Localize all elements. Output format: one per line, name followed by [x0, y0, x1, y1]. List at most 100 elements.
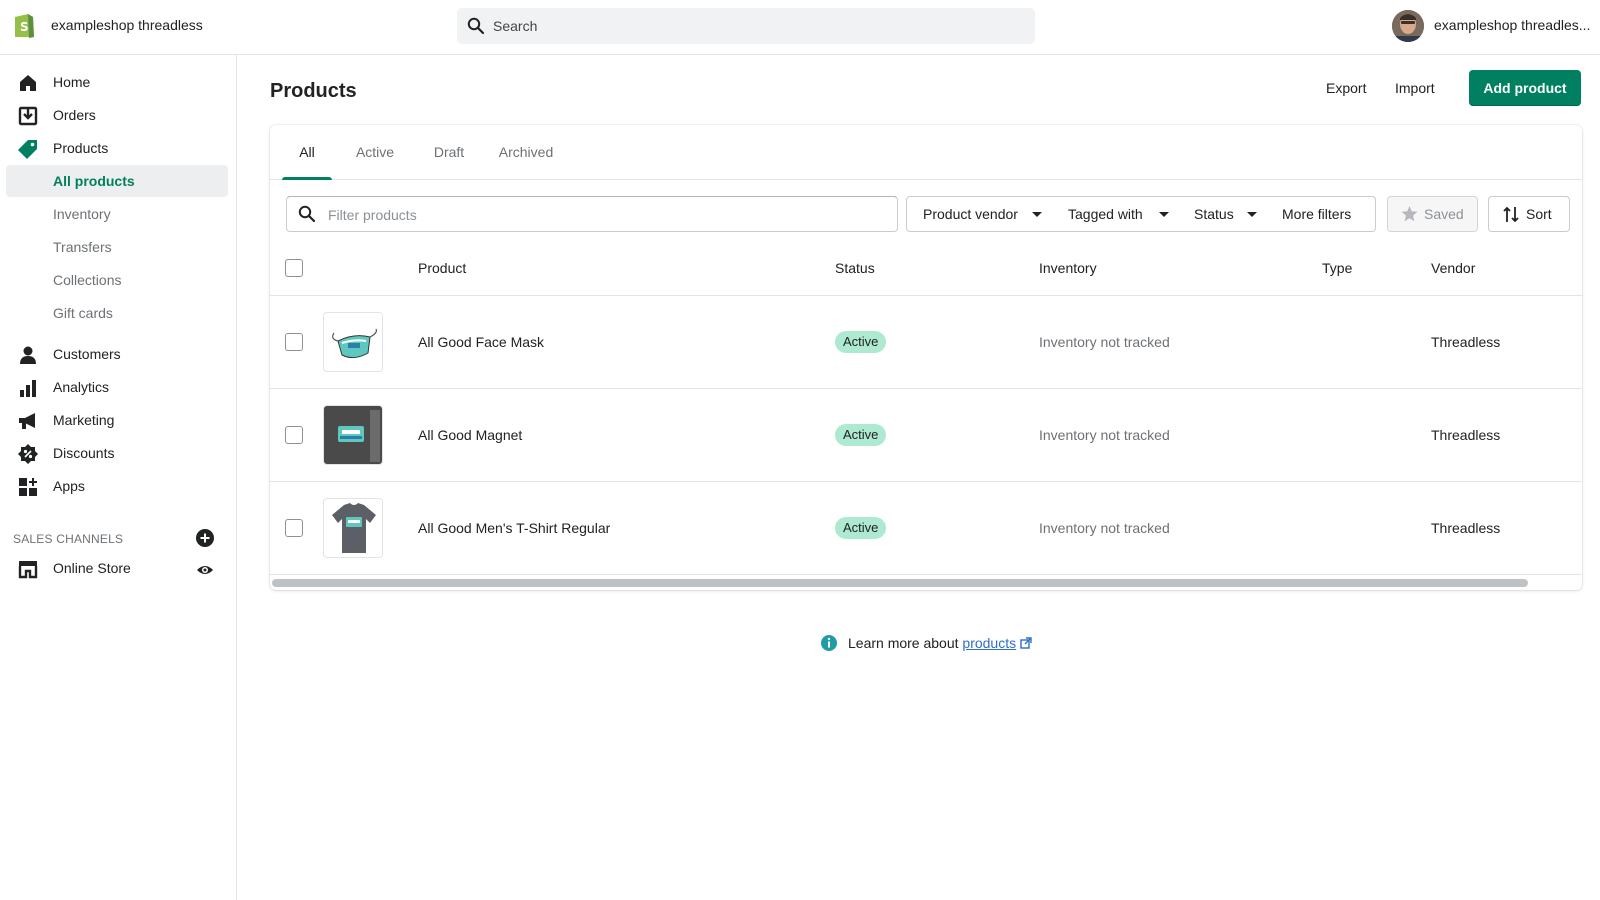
sidebar-subitem-inventory[interactable]: Inventory [6, 198, 228, 230]
learn-more-text: Learn more about products [848, 635, 1032, 651]
sidebar-item-label: Discounts [53, 445, 115, 461]
vendor-cell: Threadless [1431, 334, 1501, 350]
store-icon [18, 561, 38, 579]
row-checkbox[interactable] [285, 333, 303, 351]
tagged-with-filter[interactable]: Tagged with [1052, 196, 1179, 232]
filter-products-input[interactable]: Filter products [286, 196, 898, 232]
external-link-icon[interactable] [1020, 637, 1032, 649]
inventory-cell: Inventory not tracked [1039, 427, 1170, 443]
sales-channels-heading: SALES CHANNELS [13, 532, 124, 546]
horizontal-scrollbar[interactable] [272, 579, 1528, 587]
sidebar-item-label: Analytics [53, 379, 110, 395]
sidebar-item-label: Marketing [53, 412, 115, 428]
status-badge: Active [835, 517, 887, 539]
shop-name[interactable]: exampleshop threadless [51, 17, 203, 33]
product-name-link[interactable]: All Good Face Mask [418, 334, 544, 350]
sidebar-subitem-collections[interactable]: Collections [6, 264, 228, 296]
products-card: All Active Draft Archived Filter product… [270, 125, 1582, 590]
table-row[interactable]: All Good Men's T-Shirt Regular Active In… [270, 482, 1582, 575]
row-checkbox[interactable] [285, 519, 303, 537]
sidebar-item-label: Apps [53, 478, 85, 494]
product-thumbnail[interactable] [323, 312, 383, 372]
sidebar-subitem-all-products[interactable]: All products [6, 165, 228, 197]
column-header-product[interactable]: Product [418, 260, 466, 276]
megaphone-icon [19, 413, 35, 429]
sidebar-item-label: All products [53, 173, 135, 189]
caret-down-icon [1032, 212, 1042, 217]
tab-draft[interactable]: Draft [426, 125, 472, 180]
sidebar-item-orders[interactable]: Orders [6, 99, 228, 131]
search-icon [467, 17, 485, 35]
status-badge: Active [835, 331, 887, 353]
column-header-status[interactable]: Status [835, 260, 875, 276]
sidebar-subitem-gift-cards[interactable]: Gift cards [6, 297, 228, 329]
page-title: Products [270, 80, 357, 102]
sidebar-subitem-transfers[interactable]: Transfers [6, 231, 228, 263]
sidebar-item-customers[interactable]: Customers [6, 338, 228, 370]
shopify-logo-icon[interactable]: S [12, 11, 36, 39]
global-search-input[interactable]: Search [457, 8, 1035, 44]
table-row[interactable]: All Good Face Mask Active Inventory not … [270, 296, 1582, 389]
saved-button[interactable]: Saved [1387, 196, 1478, 232]
product-name-link[interactable]: All Good Men's T-Shirt Regular [418, 520, 610, 536]
tab-bar: All Active Draft Archived [270, 125, 1582, 180]
search-icon [298, 205, 316, 223]
home-icon [20, 75, 36, 91]
add-product-button[interactable]: Add product [1469, 70, 1581, 106]
product-vendor-filter[interactable]: Product vendor [906, 196, 1053, 232]
tab-archived[interactable]: Archived [492, 125, 560, 180]
import-button[interactable]: Import [1395, 80, 1435, 96]
svg-text:S: S [20, 20, 29, 34]
sidebar-item-apps[interactable]: Apps [6, 470, 228, 502]
column-header-vendor[interactable]: Vendor [1431, 260, 1475, 276]
inventory-cell: Inventory not tracked [1039, 334, 1170, 350]
sidebar-item-label: Inventory [53, 206, 111, 222]
add-circle-icon[interactable] [196, 529, 214, 547]
tshirt-image [324, 499, 382, 557]
product-thumbnail[interactable] [323, 498, 383, 558]
sidebar-item-label: Gift cards [53, 305, 113, 321]
vendor-cell: Threadless [1431, 520, 1501, 536]
status-filter[interactable]: Status [1178, 196, 1267, 232]
export-button[interactable]: Export [1326, 80, 1366, 96]
tab-all[interactable]: All [282, 125, 332, 180]
avatar[interactable] [1392, 10, 1424, 42]
star-icon [1401, 206, 1418, 222]
product-name-link[interactable]: All Good Magnet [418, 427, 522, 443]
filter-placeholder: Filter products [328, 207, 417, 223]
sort-arrows-icon [1503, 206, 1519, 223]
more-filters-button[interactable]: More filters [1266, 196, 1376, 232]
sidebar-item-label: Products [53, 140, 109, 156]
products-help-link[interactable]: products [962, 635, 1016, 651]
product-thumbnail[interactable] [323, 405, 383, 465]
saved-label: Saved [1424, 206, 1464, 222]
table-header: Product Status Inventory Type Vendor [270, 242, 1582, 296]
select-all-checkbox[interactable] [285, 259, 303, 277]
caret-down-icon [1247, 212, 1257, 217]
filter-label: More filters [1282, 206, 1352, 222]
bar-chart-icon [20, 380, 36, 397]
orders-icon [18, 106, 38, 126]
filter-label: Product vendor [923, 206, 1018, 222]
sidebar-item-products[interactable]: Products [6, 132, 228, 164]
sort-button[interactable]: Sort [1488, 196, 1570, 232]
apps-icon [19, 478, 37, 496]
discount-icon [18, 444, 38, 464]
sort-label: Sort [1526, 206, 1552, 222]
sidebar-item-analytics[interactable]: Analytics [6, 371, 228, 403]
sidebar-item-discounts[interactable]: Discounts [6, 437, 228, 469]
sidebar-item-online-store[interactable]: Online Store [6, 552, 228, 584]
table-row[interactable]: All Good Magnet Active Inventory not tra… [270, 389, 1582, 482]
user-photo [1392, 10, 1424, 42]
column-header-inventory[interactable]: Inventory [1039, 260, 1097, 276]
eye-icon[interactable] [196, 561, 214, 579]
person-icon [20, 346, 36, 364]
sidebar: Home Orders Products All products Invent… [0, 55, 237, 900]
tab-active[interactable]: Active [346, 125, 404, 180]
column-header-type[interactable]: Type [1322, 260, 1352, 276]
sidebar-item-marketing[interactable]: Marketing [6, 404, 228, 436]
user-name[interactable]: exampleshop threadles... [1434, 17, 1600, 33]
row-checkbox[interactable] [285, 426, 303, 444]
magnet-image [324, 406, 382, 464]
sidebar-item-home[interactable]: Home [6, 66, 228, 98]
